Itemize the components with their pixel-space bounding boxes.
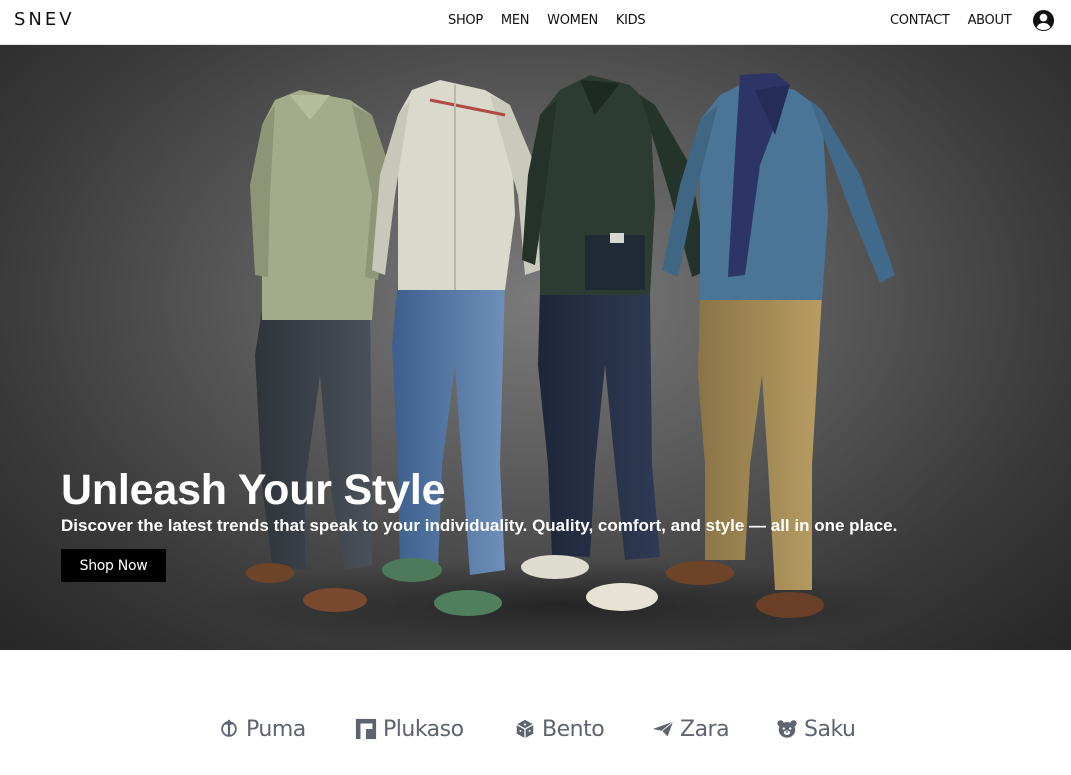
nav-link-contact[interactable]: CONTACT bbox=[890, 13, 950, 28]
brand-name: Plukaso bbox=[383, 716, 464, 742]
brand-name: Bento bbox=[542, 716, 605, 742]
crown-anchor-icon bbox=[221, 719, 237, 737]
nav-link-kids[interactable]: KIDS bbox=[616, 13, 646, 28]
brand-logo-zara[interactable]: Zara bbox=[652, 714, 730, 744]
hero-banner: Unleash Your Style Discover the latest t… bbox=[0, 45, 1071, 650]
user-circle-icon[interactable] bbox=[1032, 9, 1055, 32]
hero-title: Unleash Your Style bbox=[61, 466, 446, 514]
brand-logo[interactable]: SNEV bbox=[14, 9, 75, 30]
brand-logo-puma[interactable]: Puma bbox=[218, 714, 306, 744]
cube-icon bbox=[516, 719, 534, 739]
brand-name: Saku bbox=[804, 716, 856, 742]
brand-name: Zara bbox=[680, 716, 730, 742]
brand-logo-saku[interactable]: Saku bbox=[776, 714, 856, 744]
brand-logo-plukaso[interactable]: Plukaso bbox=[355, 714, 464, 744]
square-logo-icon bbox=[355, 718, 377, 740]
nav-link-shop[interactable]: SHOP bbox=[448, 13, 483, 28]
brand-logos-strip: Puma Plukaso Bento Zara Saku bbox=[0, 650, 1071, 775]
secondary-nav: CONTACT ABOUT bbox=[890, 13, 1012, 28]
hero-subtitle: Discover the latest trends that speak to… bbox=[61, 516, 898, 535]
top-navigation-bar: SNEV SHOP MEN WOMEN KIDS CONTACT ABOUT bbox=[0, 0, 1071, 45]
paper-plane-icon bbox=[652, 721, 674, 737]
nav-link-women[interactable]: WOMEN bbox=[547, 13, 598, 28]
nav-link-men[interactable]: MEN bbox=[501, 13, 530, 28]
outfit-blue-sweater bbox=[662, 73, 895, 618]
shop-now-button[interactable]: Shop Now bbox=[61, 549, 166, 582]
main-nav: SHOP MEN WOMEN KIDS bbox=[448, 13, 646, 28]
brand-logo-bento[interactable]: Bento bbox=[514, 714, 605, 744]
brand-name: Puma bbox=[246, 716, 306, 742]
bear-face-icon bbox=[777, 720, 797, 738]
nav-link-about[interactable]: ABOUT bbox=[968, 13, 1012, 28]
